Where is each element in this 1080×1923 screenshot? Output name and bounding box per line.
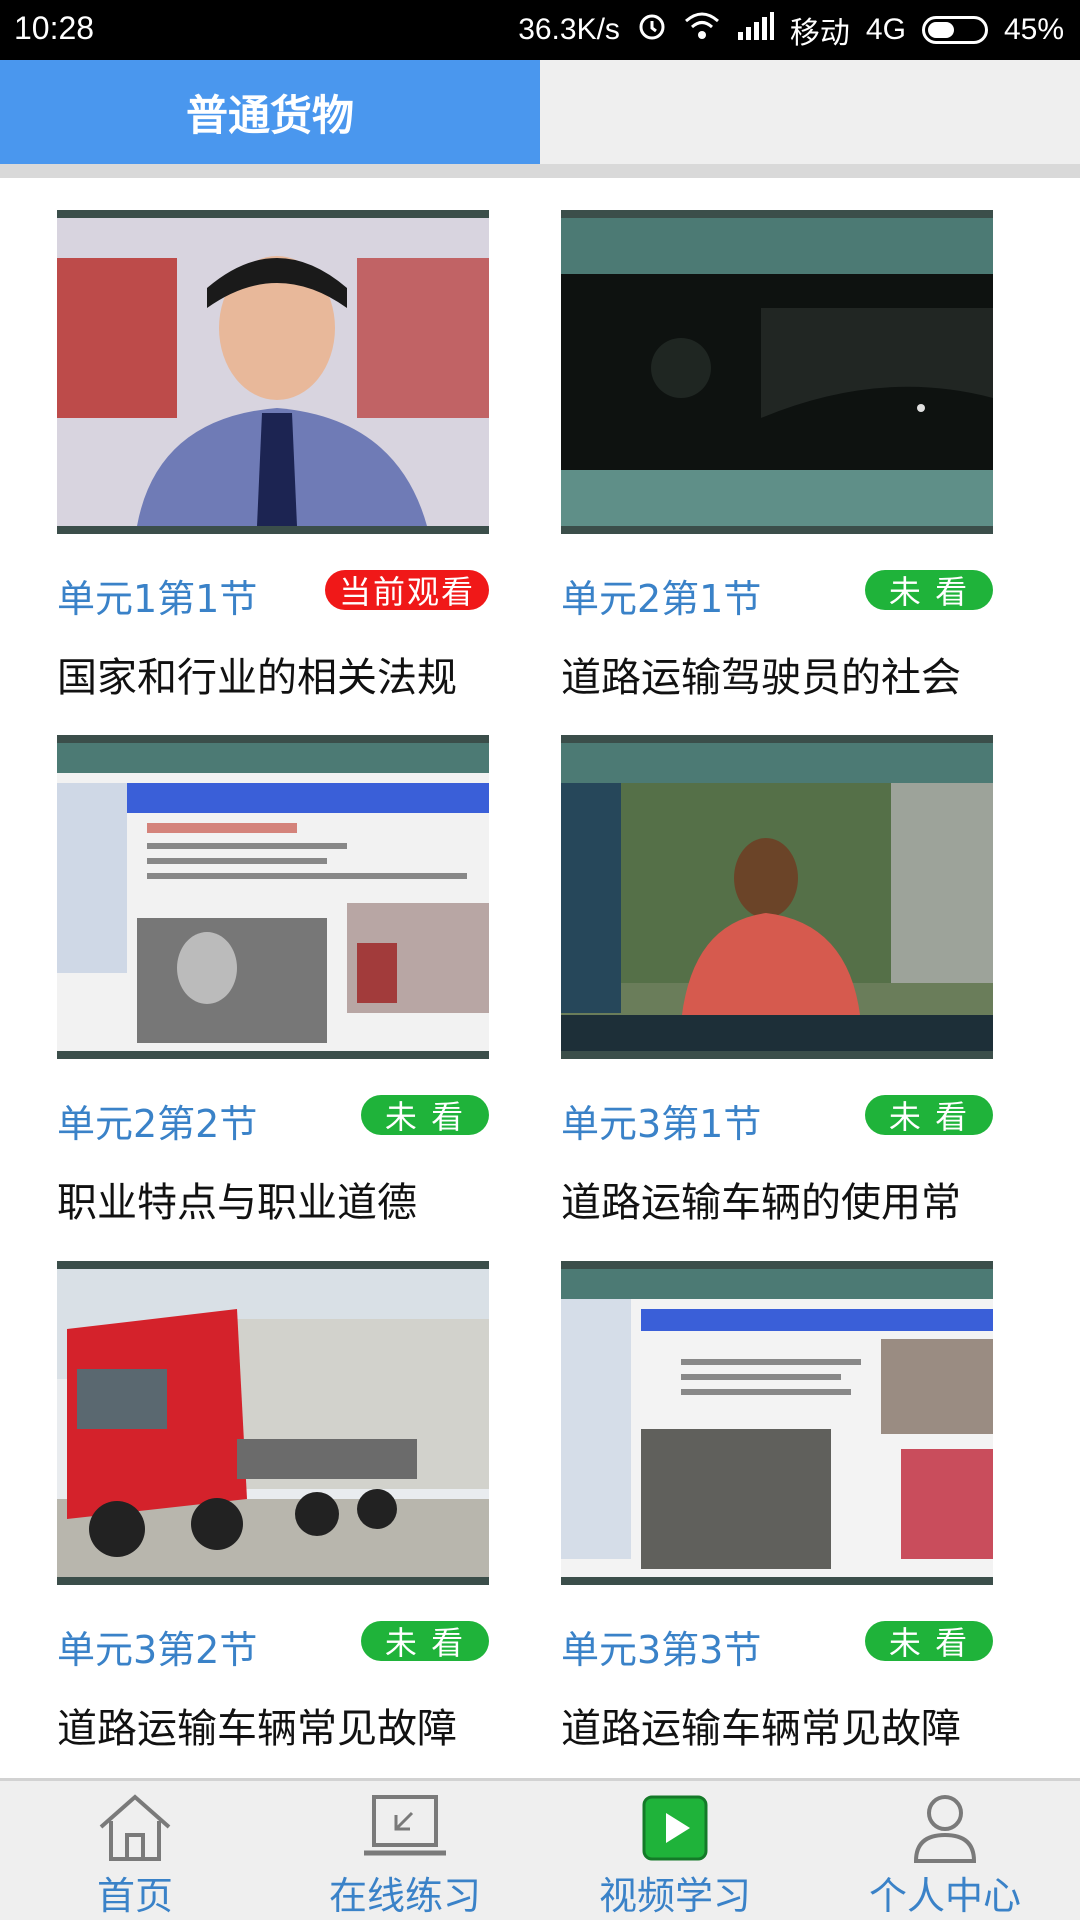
video-unit-label: 单元2第2节 (57, 1102, 258, 1146)
video-grid: 单元1第1节 当前观看 国家和行业的相关法规 单元2第1节 未 看 道路运输驾驶… (0, 178, 1080, 1778)
status-right: 36.3K/s 移动 4G 45% (518, 10, 1064, 50)
nav-video-learning[interactable]: 视频学习 (540, 1781, 810, 1923)
signal-icon (736, 12, 774, 48)
video-unit-label: 单元2第1节 (561, 577, 762, 621)
video-thumbnail[interactable] (561, 210, 993, 534)
status-bar: 10:28 36.3K/s 移动 4G 45% (0, 0, 1080, 60)
status-time: 10:28 (14, 10, 95, 46)
video-thumbnail[interactable] (57, 1261, 489, 1585)
video-unit-label: 单元1第1节 (57, 577, 258, 621)
network-speed: 36.3K/s (518, 13, 620, 46)
video-card[interactable]: 单元3第3节 未 看 道路运输车辆常见故障 (561, 1261, 993, 1761)
nav-home[interactable]: 首页 (0, 1781, 270, 1923)
nav-profile[interactable]: 个人中心 (810, 1781, 1080, 1923)
video-title[interactable]: 道路运输驾驶员的社会 (561, 645, 961, 703)
video-title[interactable]: 道路运输车辆的使用常 (561, 1170, 961, 1228)
nav-label: 首页 (96, 1874, 173, 1918)
nav-online-practice[interactable]: 在线练习 (270, 1781, 540, 1923)
status-badge: 未 看 (361, 1095, 489, 1136)
video-card[interactable]: 单元2第2节 未 看 职业特点与职业道德 (57, 735, 489, 1235)
video-thumbnail[interactable] (57, 735, 489, 1059)
status-badge: 未 看 (865, 570, 993, 611)
nav-label: 个人中心 (868, 1874, 1021, 1918)
video-title[interactable]: 职业特点与职业道德 (57, 1170, 417, 1228)
video-card[interactable]: 单元3第2节 未 看 道路运输车辆常见故障 (57, 1261, 489, 1761)
video-unit-label: 单元3第3节 (561, 1628, 762, 1672)
nav-label: 在线练习 (328, 1874, 481, 1918)
status-badge: 当前观看 (324, 570, 489, 611)
network-type: 4G (865, 13, 906, 46)
home-icon (99, 1794, 171, 1861)
video-thumbnail[interactable] (561, 1261, 993, 1585)
video-card[interactable]: 单元2第1节 未 看 道路运输驾驶员的社会 (561, 210, 993, 710)
battery-icon (921, 16, 988, 44)
laptop-icon (364, 1795, 446, 1856)
status-badge: 未 看 (361, 1621, 489, 1662)
video-unit-label: 单元3第1节 (561, 1102, 762, 1146)
wifi-icon (684, 11, 720, 49)
video-play-icon (642, 1795, 708, 1861)
status-badge: 未 看 (865, 1095, 993, 1136)
tabs-divider (0, 164, 1080, 178)
video-thumbnail[interactable] (57, 210, 489, 534)
video-card[interactable]: 单元3第1节 未 看 道路运输车辆的使用常 (561, 735, 993, 1235)
video-title[interactable]: 道路运输车辆常见故障 (57, 1696, 457, 1754)
video-card[interactable]: 单元1第1节 当前观看 国家和行业的相关法规 (57, 210, 489, 710)
video-thumbnail[interactable] (561, 735, 993, 1059)
video-title[interactable]: 道路运输车辆常见故障 (561, 1696, 961, 1754)
battery-level: 45% (1003, 13, 1064, 46)
bottom-nav: 首页 在线练习 视频学习 个人中心 (0, 1778, 1080, 1920)
category-tabs: 普通货物 (0, 60, 1080, 164)
video-title[interactable]: 国家和行业的相关法规 (57, 645, 457, 703)
video-unit-label: 单元3第2节 (57, 1628, 258, 1672)
status-badge: 未 看 (865, 1621, 993, 1662)
carrier-label: 移动 (789, 17, 850, 50)
nav-label: 视频学习 (598, 1874, 751, 1918)
tab-general-cargo[interactable]: 普通货物 (0, 60, 540, 164)
alarm-icon (636, 10, 668, 50)
user-icon (913, 1795, 977, 1863)
